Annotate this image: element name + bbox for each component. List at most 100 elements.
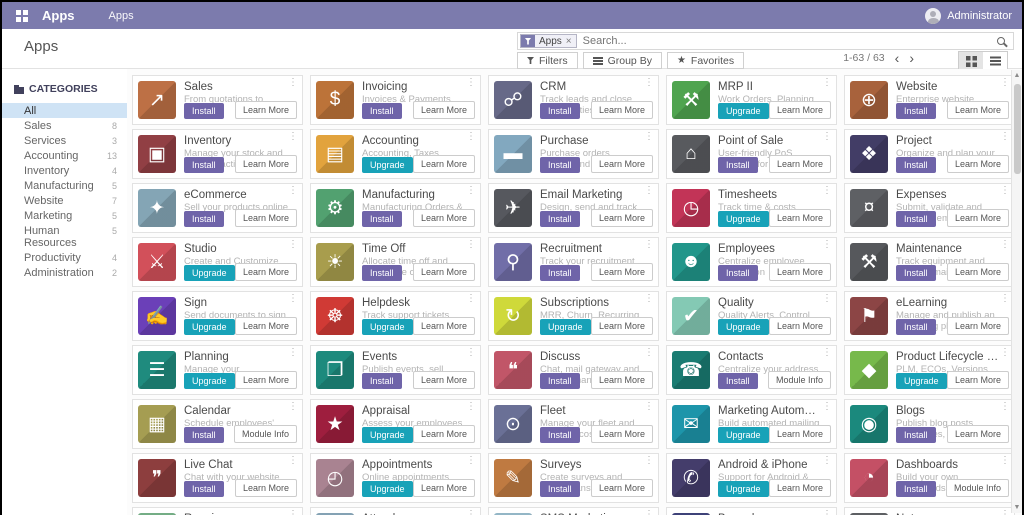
kebab-menu-icon[interactable]: ⋮	[822, 78, 832, 88]
kebab-menu-icon[interactable]: ⋮	[822, 510, 832, 515]
learn-more-button[interactable]: Learn More	[413, 425, 475, 443]
search-bar[interactable]: Apps ×	[517, 32, 1014, 50]
kebab-menu-icon[interactable]: ⋮	[466, 510, 476, 515]
sidebar-item-accounting[interactable]: Accounting 13	[2, 148, 127, 163]
upgrade-button[interactable]: Upgrade	[896, 373, 947, 389]
kebab-menu-icon[interactable]: ⋮	[288, 510, 298, 515]
kebab-menu-icon[interactable]: ⋮	[288, 402, 298, 412]
install-button[interactable]: Install	[718, 265, 758, 281]
kebab-menu-icon[interactable]: ⋮	[288, 78, 298, 88]
kebab-menu-icon[interactable]: ⋮	[1000, 402, 1010, 412]
search-facet-apps[interactable]: Apps ×	[520, 34, 577, 48]
kanban-view-button[interactable]	[959, 52, 983, 70]
learn-more-button[interactable]: Learn More	[591, 263, 653, 281]
upgrade-button[interactable]: Upgrade	[362, 319, 413, 335]
kebab-menu-icon[interactable]: ⋮	[644, 348, 654, 358]
scroll-up-icon[interactable]: ▲	[1012, 72, 1022, 79]
upgrade-button[interactable]: Upgrade	[718, 481, 769, 497]
kebab-menu-icon[interactable]: ⋮	[822, 402, 832, 412]
kebab-menu-icon[interactable]: ⋮	[822, 456, 832, 466]
apps-menu-icon[interactable]	[16, 10, 28, 22]
learn-more-button[interactable]: Learn More	[235, 155, 297, 173]
user-menu[interactable]: Administrator	[925, 8, 1012, 24]
learn-more-button[interactable]: Learn More	[235, 263, 297, 281]
install-button[interactable]: Install	[184, 211, 224, 227]
kebab-menu-icon[interactable]: ⋮	[288, 240, 298, 250]
kebab-menu-icon[interactable]: ⋮	[288, 294, 298, 304]
sidebar-item-services[interactable]: Services 3	[2, 133, 127, 148]
kebab-menu-icon[interactable]: ⋮	[466, 348, 476, 358]
learn-more-button[interactable]: Learn More	[947, 263, 1009, 281]
kebab-menu-icon[interactable]: ⋮	[822, 294, 832, 304]
learn-more-button[interactable]: Learn More	[235, 101, 297, 119]
install-button[interactable]: Install	[896, 103, 936, 119]
install-button[interactable]: Install	[362, 373, 402, 389]
install-button[interactable]: Install	[362, 211, 402, 227]
upgrade-button[interactable]: Upgrade	[184, 319, 235, 335]
install-button[interactable]: Install	[540, 157, 580, 173]
learn-more-button[interactable]: Learn More	[769, 209, 831, 227]
filters-button[interactable]: Filters	[517, 52, 578, 69]
learn-more-button[interactable]: Learn More	[947, 371, 1009, 389]
install-button[interactable]: Install	[896, 481, 936, 497]
vertical-scrollbar[interactable]: ▲ ▼	[1011, 70, 1022, 513]
learn-more-button[interactable]: Learn More	[235, 317, 297, 335]
learn-more-button[interactable]: Learn More	[947, 101, 1009, 119]
learn-more-button[interactable]: Learn More	[413, 209, 475, 227]
kebab-menu-icon[interactable]: ⋮	[466, 240, 476, 250]
install-button[interactable]: Install	[184, 427, 224, 443]
learn-more-button[interactable]: Learn More	[413, 371, 475, 389]
sidebar-item-marketing[interactable]: Marketing 5	[2, 208, 127, 223]
install-button[interactable]: Install	[540, 103, 580, 119]
kebab-menu-icon[interactable]: ⋮	[1000, 510, 1010, 515]
learn-more-button[interactable]: Learn More	[591, 209, 653, 227]
group-by-button[interactable]: Group By	[583, 52, 662, 69]
scrollbar-thumb[interactable]	[1014, 84, 1021, 174]
upgrade-button[interactable]: Upgrade	[184, 373, 235, 389]
kebab-menu-icon[interactable]: ⋮	[466, 186, 476, 196]
upgrade-button[interactable]: Upgrade	[362, 427, 413, 443]
module-info-button[interactable]: Module Info	[768, 371, 831, 389]
learn-more-button[interactable]: Learn More	[591, 479, 653, 497]
search-icon[interactable]	[997, 37, 1005, 45]
kebab-menu-icon[interactable]: ⋮	[288, 348, 298, 358]
sidebar-item-inventory[interactable]: Inventory 4	[2, 163, 127, 178]
upgrade-button[interactable]: Upgrade	[718, 427, 769, 443]
sidebar-item-administration[interactable]: Administration 2	[2, 265, 127, 280]
install-button[interactable]: Install	[896, 211, 936, 227]
install-button[interactable]: Install	[540, 427, 580, 443]
upgrade-button[interactable]: Upgrade	[362, 481, 413, 497]
pager-next-icon[interactable]: ›	[909, 53, 914, 63]
kebab-menu-icon[interactable]: ⋮	[1000, 348, 1010, 358]
sidebar-item-productivity[interactable]: Productivity 4	[2, 250, 127, 265]
install-button[interactable]: Install	[184, 481, 224, 497]
install-button[interactable]: Install	[362, 103, 402, 119]
module-info-button[interactable]: Module Info	[234, 425, 297, 443]
learn-more-button[interactable]: Learn More	[235, 479, 297, 497]
learn-more-button[interactable]: Learn More	[235, 209, 297, 227]
install-button[interactable]: Install	[718, 373, 758, 389]
kebab-menu-icon[interactable]: ⋮	[644, 402, 654, 412]
kebab-menu-icon[interactable]: ⋮	[1000, 294, 1010, 304]
install-button[interactable]: Install	[896, 157, 936, 173]
sidebar-item-manufacturing[interactable]: Manufacturing 5	[2, 178, 127, 193]
favorites-button[interactable]: ★ Favorites	[667, 52, 744, 69]
learn-more-button[interactable]: Learn More	[769, 317, 831, 335]
kebab-menu-icon[interactable]: ⋮	[644, 186, 654, 196]
kebab-menu-icon[interactable]: ⋮	[644, 240, 654, 250]
kebab-menu-icon[interactable]: ⋮	[288, 456, 298, 466]
kebab-menu-icon[interactable]: ⋮	[466, 78, 476, 88]
kebab-menu-icon[interactable]: ⋮	[1000, 78, 1010, 88]
learn-more-button[interactable]: Learn More	[947, 155, 1009, 173]
kebab-menu-icon[interactable]: ⋮	[822, 240, 832, 250]
learn-more-button[interactable]: Learn More	[947, 317, 1009, 335]
install-button[interactable]: Install	[184, 103, 224, 119]
install-button[interactable]: Install	[540, 211, 580, 227]
search-input[interactable]	[577, 35, 997, 47]
upgrade-button[interactable]: Upgrade	[362, 157, 413, 173]
install-button[interactable]: Install	[540, 265, 580, 281]
kebab-menu-icon[interactable]: ⋮	[288, 132, 298, 142]
kebab-menu-icon[interactable]: ⋮	[644, 78, 654, 88]
kebab-menu-icon[interactable]: ⋮	[644, 456, 654, 466]
sidebar-item-all[interactable]: All	[2, 103, 127, 118]
